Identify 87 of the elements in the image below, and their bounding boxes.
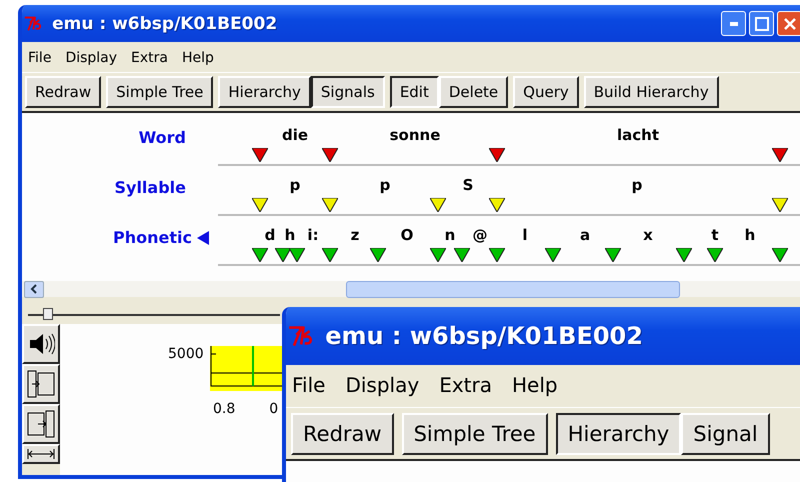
boundary-marker-icon[interactable] (430, 248, 446, 262)
close-button[interactable] (777, 11, 800, 36)
boundary-marker-icon[interactable] (545, 248, 561, 262)
segment-label[interactable]: p (380, 176, 390, 194)
scrollbar-thumb[interactable] (346, 280, 680, 298)
toolbar-button[interactable]: Redraw (25, 76, 102, 108)
segment-label[interactable]: @ (472, 226, 488, 244)
maximize-icon (754, 16, 768, 30)
toolbar-button[interactable]: Redraw (291, 413, 394, 455)
boundary-marker-icon[interactable] (772, 248, 788, 262)
segment-label[interactable]: h (744, 226, 756, 244)
toolbar-button[interactable]: Simple Tree (106, 76, 214, 108)
boundary-marker-icon[interactable] (275, 248, 291, 262)
boundary-marker-icon[interactable] (322, 248, 338, 262)
tier-name[interactable]: Phonetic (113, 228, 192, 247)
bar-arrow-box-icon (26, 369, 56, 399)
boundary-marker-icon[interactable] (252, 248, 268, 262)
tier-name[interactable]: Syllable (114, 178, 186, 197)
segment-label[interactable]: die (282, 126, 308, 144)
close-icon (782, 16, 796, 30)
boundary-marker-icon[interactable] (772, 198, 788, 212)
toolbar-button[interactable]: Query (513, 76, 579, 108)
boundary-marker-icon[interactable] (430, 198, 446, 212)
segment-label[interactable]: t (711, 226, 719, 244)
axis-tick-label: 0 (269, 401, 278, 417)
boundary-marker-icon[interactable] (322, 148, 338, 162)
tier-name[interactable]: Word (138, 128, 186, 147)
box-arrow-bar-icon (26, 409, 56, 439)
menu-item[interactable]: Display (345, 373, 420, 397)
boundary-marker-icon[interactable] (707, 248, 723, 262)
speaker-icon (27, 331, 55, 357)
boundary-marker-icon[interactable] (322, 198, 338, 212)
segment-label[interactable]: x (643, 226, 653, 244)
toolbar-button[interactable]: Hierarchy (556, 413, 682, 455)
window-title: emu : w6bsp/K01BE002 (52, 14, 278, 34)
left-chevron-icon (30, 284, 38, 294)
axis-tick-label: 5000 (168, 346, 204, 362)
speaker-button[interactable] (22, 324, 60, 364)
boundary-marker-icon[interactable] (289, 248, 305, 262)
boundary-marker-icon[interactable] (454, 248, 470, 262)
zoom-width-button[interactable] (22, 444, 60, 464)
segment-label[interactable]: l (522, 226, 528, 244)
boundary-marker-icon[interactable] (489, 198, 505, 212)
segment-label[interactable]: a (580, 226, 590, 244)
boundary-marker-icon[interactable] (252, 148, 268, 162)
segment-label[interactable]: d (264, 226, 276, 244)
menu-item[interactable]: Help (182, 50, 214, 66)
maximize-button[interactable] (749, 11, 774, 36)
segment-label[interactable]: h (284, 226, 296, 244)
toolbar-button[interactable]: Simple Tree (402, 413, 548, 455)
toolbar-button[interactable]: Delete (438, 76, 508, 108)
slider-thumb[interactable] (43, 308, 54, 320)
menu-item[interactable]: Help (512, 373, 558, 397)
segment-label[interactable]: sonne (390, 126, 440, 144)
menu-item[interactable]: Extra (439, 373, 492, 397)
toolbar-button[interactable]: Build Hierarchy (584, 76, 719, 108)
menu-item[interactable]: Extra (131, 50, 168, 66)
menu-item[interactable]: File (292, 373, 326, 397)
boundary-marker-icon[interactable] (605, 248, 621, 262)
toolbar-button[interactable]: Signal (681, 413, 770, 455)
toolbar-button[interactable]: Edit (390, 76, 439, 108)
minimize-button[interactable] (721, 11, 746, 36)
scroll-left-button[interactable] (24, 280, 44, 298)
toolbar-button[interactable]: Hierarchy (218, 76, 311, 108)
mark-right-button[interactable] (22, 404, 60, 444)
segment-label[interactable]: z (350, 226, 360, 244)
toolbar-button[interactable]: Signals (310, 76, 385, 108)
menu-item[interactable]: Display (65, 50, 118, 66)
boundary-marker-icon[interactable] (489, 148, 505, 162)
window-title: emu : w6bsp/K01BE002 (325, 322, 643, 350)
segment-label[interactable]: S (462, 176, 474, 194)
boundary-marker-icon[interactable] (489, 248, 505, 262)
segment-label[interactable]: O (400, 226, 414, 244)
boundary-marker-icon[interactable] (772, 148, 788, 162)
mark-left-button[interactable] (22, 364, 60, 404)
segment-label[interactable]: p (290, 176, 300, 194)
menu-item[interactable]: File (28, 50, 52, 66)
minimize-icon (730, 22, 738, 26)
segment-label[interactable]: n (444, 226, 456, 244)
boundary-marker-icon[interactable] (676, 248, 692, 262)
segment-label[interactable]: i: (307, 226, 319, 244)
segment-label[interactable]: lacht (617, 126, 659, 144)
boundary-marker-icon[interactable] (252, 198, 268, 212)
axis-tick-label: 0.8 (213, 401, 236, 417)
boundary-marker-icon[interactable] (370, 248, 386, 262)
segment-label[interactable]: p (632, 176, 642, 194)
double-arrow-icon (26, 448, 56, 460)
